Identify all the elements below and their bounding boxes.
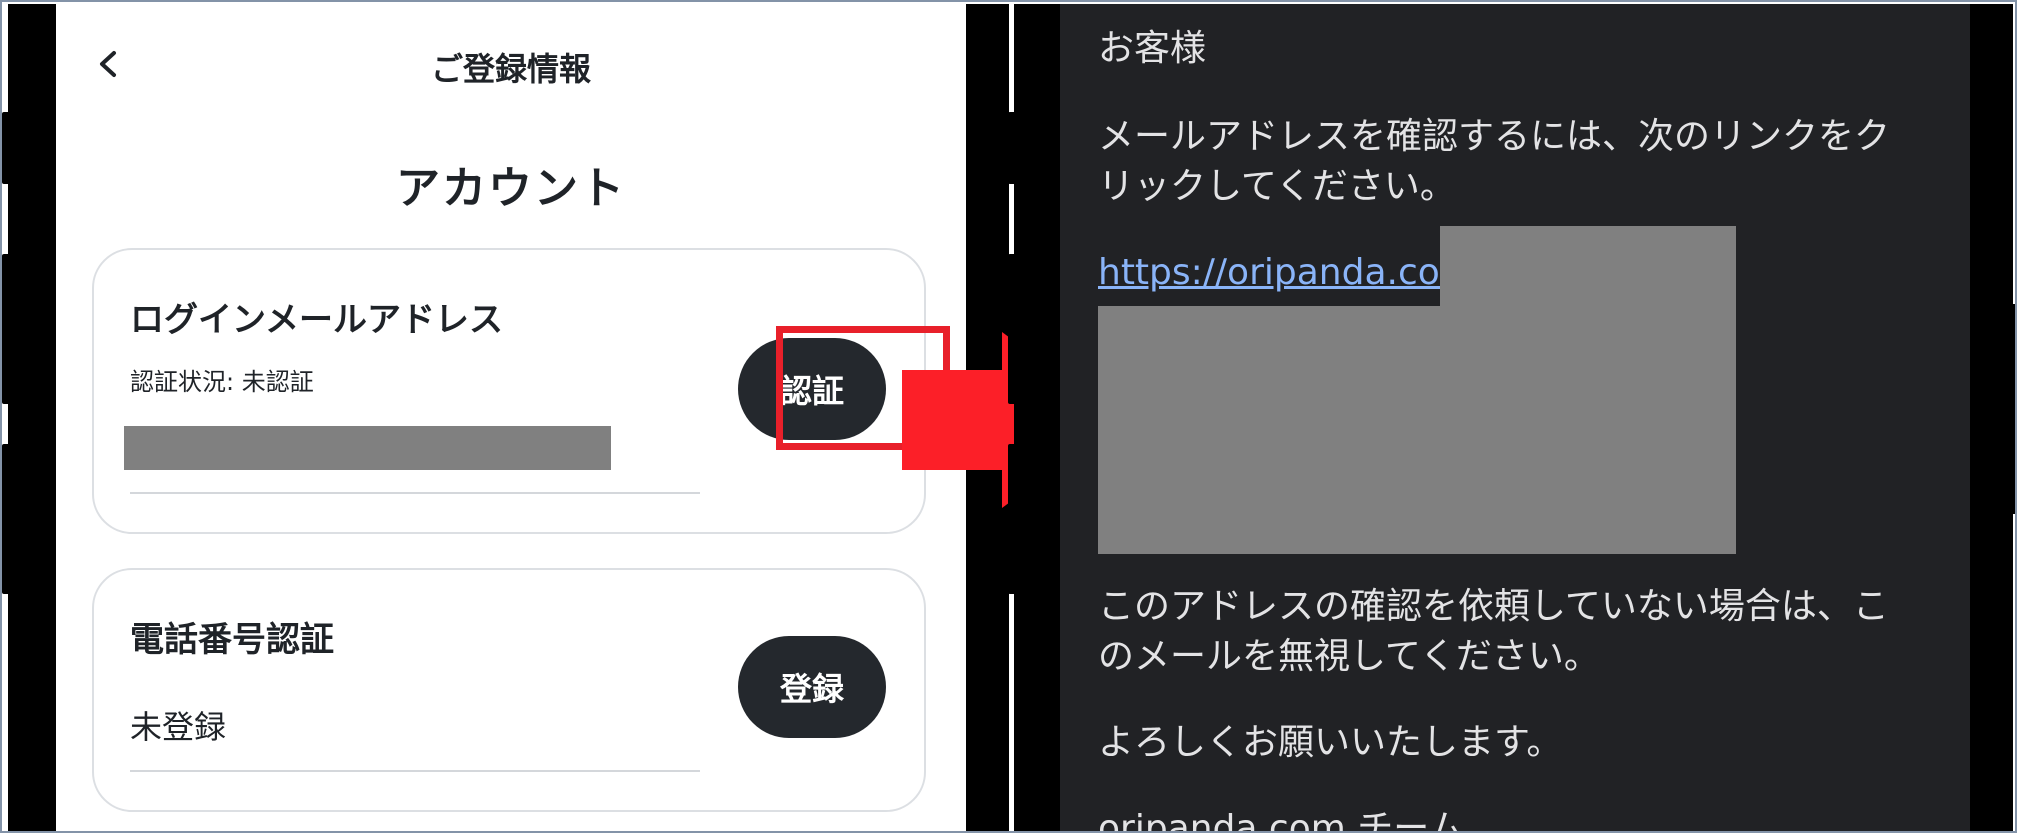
account-screen: ご登録情報 アカウント ログインメールアドレス 認証状況: 未認証 認証 電話番…: [56, 4, 966, 831]
phone-side-button: [2, 254, 10, 404]
right-phone: お客様 メールアドレスを確認するには、次のリンクをク リックしてください。 ht…: [1008, 4, 2015, 831]
mail-greeting: お客様: [1098, 28, 1207, 69]
register-button[interactable]: 登録: [738, 636, 886, 738]
mail-closing: よろしくお願いいたします。: [1098, 722, 1563, 763]
screenshot-frame: ご登録情報 アカウント ログインメールアドレス 認証状況: 未認証 認証 電話番…: [0, 0, 2017, 833]
section-title: アカウント: [396, 163, 626, 214]
mail-ignore-line1: このアドレスの確認を依頼していない場合は、こ: [1098, 586, 1889, 627]
mail-ignore-line2: のメールを無視してください。: [1098, 636, 1600, 677]
mail-instruction-line2: リックしてください。: [1098, 166, 1456, 207]
redacted-link-part: [1440, 226, 1736, 308]
phone-card-title: 電話番号認証: [130, 620, 334, 660]
left-phone: ご登録情報 アカウント ログインメールアドレス 認証状況: 未認証 認証 電話番…: [2, 4, 1009, 831]
verification-link[interactable]: https://oripanda.com/: [1098, 248, 1487, 298]
phone-field-underline: [130, 770, 700, 772]
email-card-title: ログインメールアドレス: [130, 300, 503, 340]
redacted-email: [124, 426, 611, 470]
phone-side-button: [1008, 254, 1016, 404]
mail-instruction-line1: メールアドレスを確認するには、次のリンクをク: [1098, 116, 1891, 157]
nav-title: ご登録情報: [430, 50, 591, 88]
phone-status: 未登録: [130, 708, 227, 746]
phone-side-button: [2010, 304, 2015, 514]
phone-side-button: [1008, 444, 1016, 594]
redacted-link-part: [1098, 306, 1736, 554]
phone-side-button: [2, 112, 10, 184]
mail-signature: oripanda.com チーム: [1098, 808, 1465, 831]
verification-status: 認証状況: 未認証: [130, 368, 314, 396]
phone-side-button: [1008, 112, 1016, 184]
email-field-underline: [130, 492, 700, 494]
phone-side-button: [2, 444, 10, 594]
email-message-screen: お客様 メールアドレスを確認するには、次のリンクをク リックしてください。 ht…: [1060, 4, 1970, 831]
